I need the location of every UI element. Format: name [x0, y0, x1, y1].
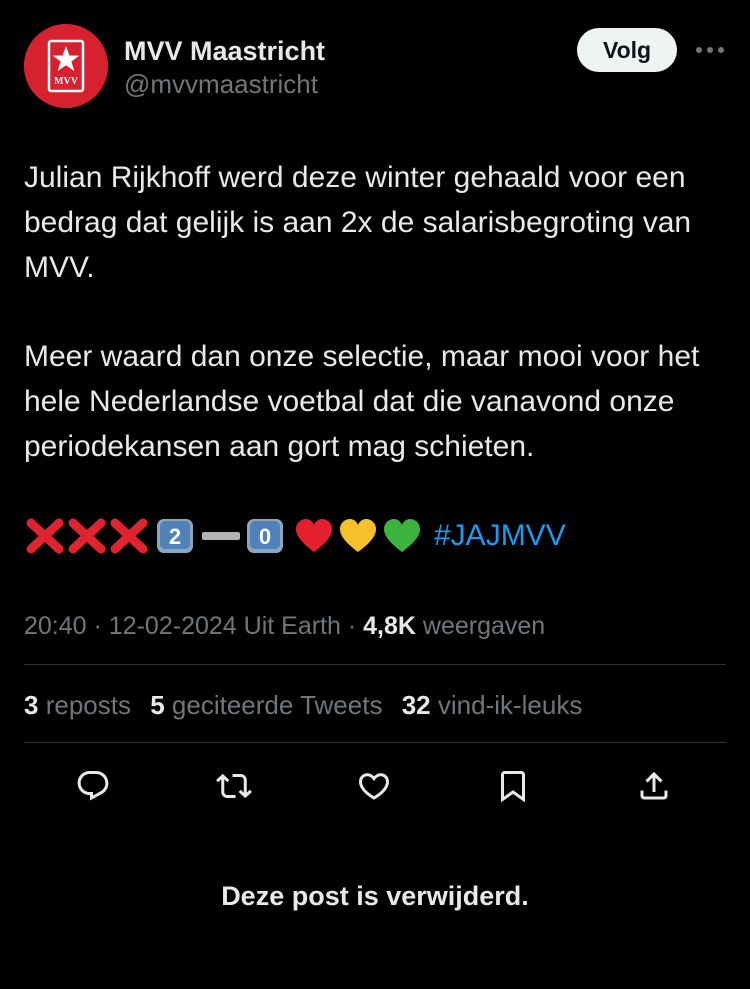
repost-button[interactable]: [214, 766, 254, 806]
reposts-count: 3: [24, 690, 39, 720]
follow-button[interactable]: Volg: [577, 28, 677, 72]
like-button[interactable]: [354, 766, 394, 806]
emoji-line: ❌ ❌ ❌ 2 ➖ 0 ❤️ 💛 💚 #JAJMVV: [24, 512, 566, 560]
quotes-label: geciteerde Tweets: [171, 690, 383, 720]
tweet-date[interactable]: 12-02-2024: [109, 612, 237, 640]
cross-mark-emoji: ❌: [26, 518, 64, 554]
hashtag-link[interactable]: #JAJMVV: [434, 519, 566, 553]
cross-mark-emoji: ❌: [68, 518, 106, 554]
quotes-count: 5: [150, 690, 165, 720]
green-heart-emoji: 💚: [384, 519, 420, 552]
reposts-stat[interactable]: 3 reposts: [24, 690, 131, 720]
svg-text:0: 0: [259, 524, 271, 549]
tweet-header: MVV MVV Maastricht @mvvmaastricht Volg: [24, 24, 726, 110]
svg-text:MVV: MVV: [54, 76, 79, 87]
cross-mark-emoji: ❌: [110, 518, 148, 554]
reply-icon: [77, 771, 109, 801]
likes-label: vind-ik-leuks: [437, 690, 583, 720]
more-options-button[interactable]: [694, 36, 726, 64]
tweet-text: Julian Rijkhoff werd deze winter gehaald…: [24, 155, 726, 469]
deleted-post-notice: Deze post is verwijderd.: [221, 881, 529, 911]
tweet-paragraph-1: Julian Rijkhoff werd deze winter gehaald…: [24, 161, 692, 284]
tweet-paragraph-2: Meer waard dan onze selectie, maar mooi …: [24, 340, 700, 463]
more-horizontal-icon: [696, 47, 724, 53]
keycap-digit-emoji: 0: [247, 519, 283, 553]
account-handle[interactable]: @mvvmaastricht: [124, 68, 325, 100]
divider: [24, 664, 726, 665]
divider: [24, 742, 726, 743]
repost-icon: [216, 773, 252, 799]
display-name[interactable]: MVV Maastricht: [124, 34, 325, 68]
red-heart-emoji: ❤️: [296, 519, 332, 552]
minus-dash-emoji: ➖: [202, 532, 240, 540]
avatar[interactable]: MVV: [24, 24, 108, 108]
tweet-time[interactable]: 20:40: [24, 612, 87, 640]
share-button[interactable]: [634, 766, 674, 806]
reposts-label: reposts: [45, 690, 131, 720]
reply-button[interactable]: [73, 766, 113, 806]
quotes-stat[interactable]: 5 geciteerde Tweets: [150, 690, 382, 720]
likes-stat[interactable]: 32 vind-ik-leuks: [402, 690, 583, 720]
views-count: 4,8K: [363, 612, 416, 640]
views-label: weergaven: [422, 612, 546, 640]
svg-text:2: 2: [169, 524, 181, 549]
likes-count: 32: [401, 690, 431, 720]
share-icon: [640, 771, 668, 800]
meta-separator: ·: [347, 612, 357, 640]
tweet-meta: 20:40 · 12-02-2024 Uit Earth · 4,8K weer…: [24, 606, 545, 646]
bookmark-button[interactable]: [493, 766, 533, 806]
yellow-heart-emoji: 💛: [340, 519, 376, 552]
bookmark-icon: [501, 771, 525, 803]
tweet-location: Uit Earth: [243, 612, 341, 640]
heart-icon: [358, 773, 390, 800]
meta-separator: ·: [93, 612, 102, 640]
mvv-logo-icon: MVV: [24, 24, 108, 108]
engagement-stats: 3 reposts 5 geciteerde Tweets 32 vind-ik…: [24, 685, 594, 725]
account-name-block[interactable]: MVV Maastricht @mvvmaastricht: [124, 34, 325, 100]
keycap-digit-emoji: 2: [157, 519, 193, 553]
